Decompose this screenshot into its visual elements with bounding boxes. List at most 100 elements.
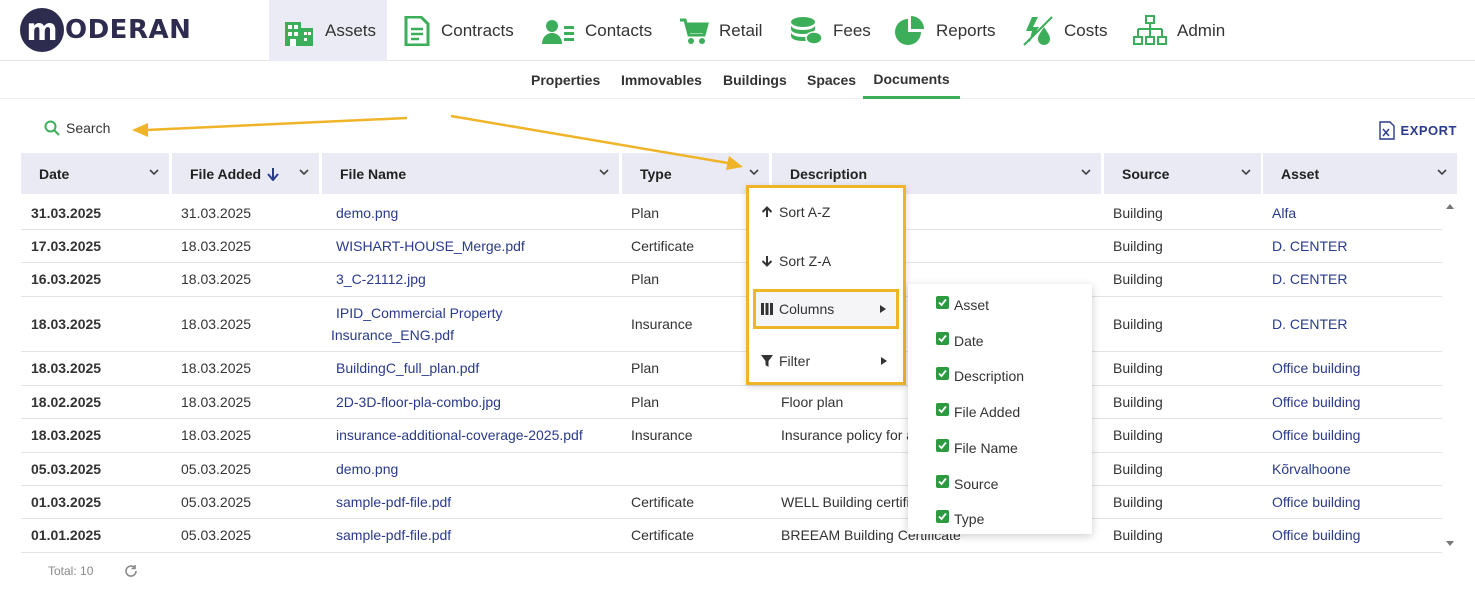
column-toggle-file-name[interactable]: File Name	[936, 438, 1018, 456]
column-header-asset[interactable]: Asset	[1263, 153, 1457, 194]
cell-file-name-link-line2[interactable]: Insurance_ENG.pdf	[331, 327, 454, 343]
cell-asset-link[interactable]: Office building	[1272, 394, 1360, 410]
subnav-immovables[interactable]: Immovables	[621, 61, 702, 99]
cell-asset-link[interactable]: Alfa	[1272, 205, 1296, 221]
cell-source: Building	[1113, 394, 1163, 410]
nav-reports[interactable]: Reports	[894, 0, 996, 61]
subnav-spaces[interactable]: Spaces	[807, 61, 856, 99]
table-row[interactable]: 01.01.2025 05.03.2025 sample-pdf-file.pd…	[21, 519, 1442, 553]
table-row[interactable]: 01.03.2025 05.03.2025 sample-pdf-file.pd…	[21, 486, 1442, 519]
cell-file-name-link[interactable]: insurance-additional-coverage-2025.pdf	[336, 427, 583, 443]
nav-contacts[interactable]: Contacts	[541, 0, 652, 61]
column-toggle-description[interactable]: Description	[936, 366, 1024, 384]
chevron-down-icon[interactable]	[149, 167, 159, 177]
nav-label: Contracts	[441, 20, 514, 40]
cell-asset-link[interactable]: D. CENTER	[1272, 316, 1347, 332]
cell-description: Insurance policy for a	[781, 427, 915, 443]
column-toggle-date[interactable]: Date	[936, 331, 984, 349]
column-toggle-label: File Name	[954, 440, 1018, 456]
org-chart-icon	[1133, 14, 1167, 45]
scroll-up-arrow-icon[interactable]	[1445, 202, 1455, 210]
nav-contracts[interactable]: Contracts	[403, 0, 514, 61]
subnav-properties[interactable]: Properties	[531, 61, 600, 99]
cell-date: 18.02.2025	[31, 394, 102, 410]
cell-file-name-link[interactable]: WISHART-HOUSE_Merge.pdf	[336, 238, 525, 254]
logo-text: ODERAN	[65, 15, 192, 45]
refresh-icon[interactable]	[124, 564, 138, 578]
chevron-down-icon[interactable]	[749, 167, 759, 177]
column-toggle-asset[interactable]: Asset	[936, 295, 989, 313]
menu-item-sort-az[interactable]: Sort A-Z	[749, 197, 903, 227]
table-row[interactable]: 31.03.2025 31.03.2025 demo.png Plan Buil…	[21, 196, 1442, 230]
table-row[interactable]: 17.03.2025 18.03.2025 WISHART-HOUSE_Merg…	[21, 230, 1442, 263]
cell-file-name-link[interactable]: 3_C-21112.jpg	[336, 271, 426, 287]
cell-asset-link[interactable]: D. CENTER	[1272, 238, 1347, 254]
column-header-label: Date	[39, 165, 70, 182]
nav-admin[interactable]: Admin	[1133, 0, 1225, 61]
checkbox-checked-icon[interactable]	[936, 295, 949, 309]
search-button[interactable]: Search	[44, 120, 110, 136]
cell-file-name-link[interactable]: BuildingC_full_plan.pdf	[336, 360, 479, 376]
cell-description: Floor plan	[781, 394, 844, 410]
chevron-down-icon[interactable]	[1437, 167, 1447, 177]
cell-source: Building	[1113, 360, 1163, 376]
top-navigation-bar: m ODERAN Assets Contracts Contacts Retai…	[0, 0, 1475, 61]
cell-asset-link[interactable]: Kõrvalhoone	[1272, 461, 1351, 477]
table-row[interactable]: 05.03.2025 05.03.2025 demo.png Building …	[21, 453, 1442, 486]
arrow-down-icon	[761, 256, 773, 267]
table-row[interactable]: 16.03.2025 18.03.2025 3_C-21112.jpg Plan…	[21, 263, 1442, 297]
document-icon	[404, 15, 430, 46]
menu-item-filter[interactable]: Filter	[749, 346, 903, 376]
cell-file-name-link[interactable]: demo.png	[336, 461, 398, 477]
table-row[interactable]: 18.03.2025 18.03.2025 insurance-addition…	[21, 419, 1442, 453]
chevron-down-icon[interactable]	[599, 167, 609, 177]
cell-file-name-link[interactable]: demo.png	[336, 205, 398, 221]
column-header-source[interactable]: Source	[1104, 153, 1261, 194]
cell-file-name-link[interactable]: 2D-3D-floor-pla-combo.jpg	[336, 394, 501, 410]
checkbox-checked-icon[interactable]	[936, 331, 949, 345]
table-row[interactable]: 18.03.2025 18.03.2025 IPID_Commercial Pr…	[21, 297, 1442, 352]
cell-asset-link[interactable]: Office building	[1272, 360, 1360, 376]
column-context-menu: Sort A-Z Sort Z-A Columns Filter	[746, 185, 906, 385]
column-header-file-name[interactable]: File Name	[322, 153, 619, 194]
scroll-down-arrow-icon[interactable]	[1445, 540, 1455, 548]
subnav-buildings[interactable]: Buildings	[723, 61, 787, 99]
column-header-date[interactable]: Date	[21, 153, 169, 194]
cell-file-name-link[interactable]: sample-pdf-file.pdf	[336, 527, 451, 543]
cell-asset-link[interactable]: Office building	[1272, 527, 1360, 543]
chevron-down-icon[interactable]	[299, 167, 309, 177]
cell-type: Plan	[631, 205, 660, 221]
nav-retail[interactable]: Retail	[679, 0, 762, 61]
cell-asset-link[interactable]: Office building	[1272, 494, 1360, 510]
table-row[interactable]: 18.03.2025 18.03.2025 BuildingC_full_pla…	[21, 352, 1442, 386]
column-header-file-added[interactable]: File Added	[172, 153, 319, 194]
checkbox-checked-icon[interactable]	[936, 509, 949, 523]
cell-asset-link[interactable]: Office building	[1272, 427, 1360, 443]
cell-file-name-link[interactable]: sample-pdf-file.pdf	[336, 494, 451, 510]
column-toggle-file-added[interactable]: File Added	[936, 402, 1020, 420]
cell-date: 01.01.2025	[31, 527, 102, 543]
checkbox-checked-icon[interactable]	[936, 366, 949, 380]
column-header-label: File Name	[340, 165, 407, 182]
column-toggle-type[interactable]: Type	[936, 509, 984, 527]
nav-costs[interactable]: Costs	[1022, 0, 1107, 61]
chevron-down-icon[interactable]	[1081, 167, 1091, 177]
checkbox-checked-icon[interactable]	[936, 402, 949, 416]
chevron-down-icon[interactable]	[1241, 167, 1251, 177]
menu-item-columns[interactable]: Columns	[753, 289, 899, 329]
cell-type: Certificate	[631, 527, 695, 543]
checkbox-checked-icon[interactable]	[936, 474, 949, 488]
nav-fees[interactable]: Fees	[789, 0, 871, 61]
table-row[interactable]: 18.02.2025 18.03.2025 2D-3D-floor-pla-co…	[21, 386, 1442, 419]
column-toggle-source[interactable]: Source	[936, 474, 998, 492]
moderan-logo[interactable]: m ODERAN	[20, 8, 191, 52]
excel-file-icon	[1378, 121, 1395, 140]
checkbox-checked-icon[interactable]	[936, 438, 949, 452]
nav-assets[interactable]: Assets	[269, 0, 387, 61]
menu-item-sort-za[interactable]: Sort Z-A	[749, 246, 903, 276]
export-button[interactable]: EXPORT	[1378, 121, 1457, 140]
cell-file-name-link[interactable]: IPID_Commercial Property	[336, 305, 503, 321]
cell-source: Building	[1113, 427, 1163, 443]
subnav-documents[interactable]: Documents	[863, 61, 960, 99]
cell-asset-link[interactable]: D. CENTER	[1272, 271, 1347, 287]
